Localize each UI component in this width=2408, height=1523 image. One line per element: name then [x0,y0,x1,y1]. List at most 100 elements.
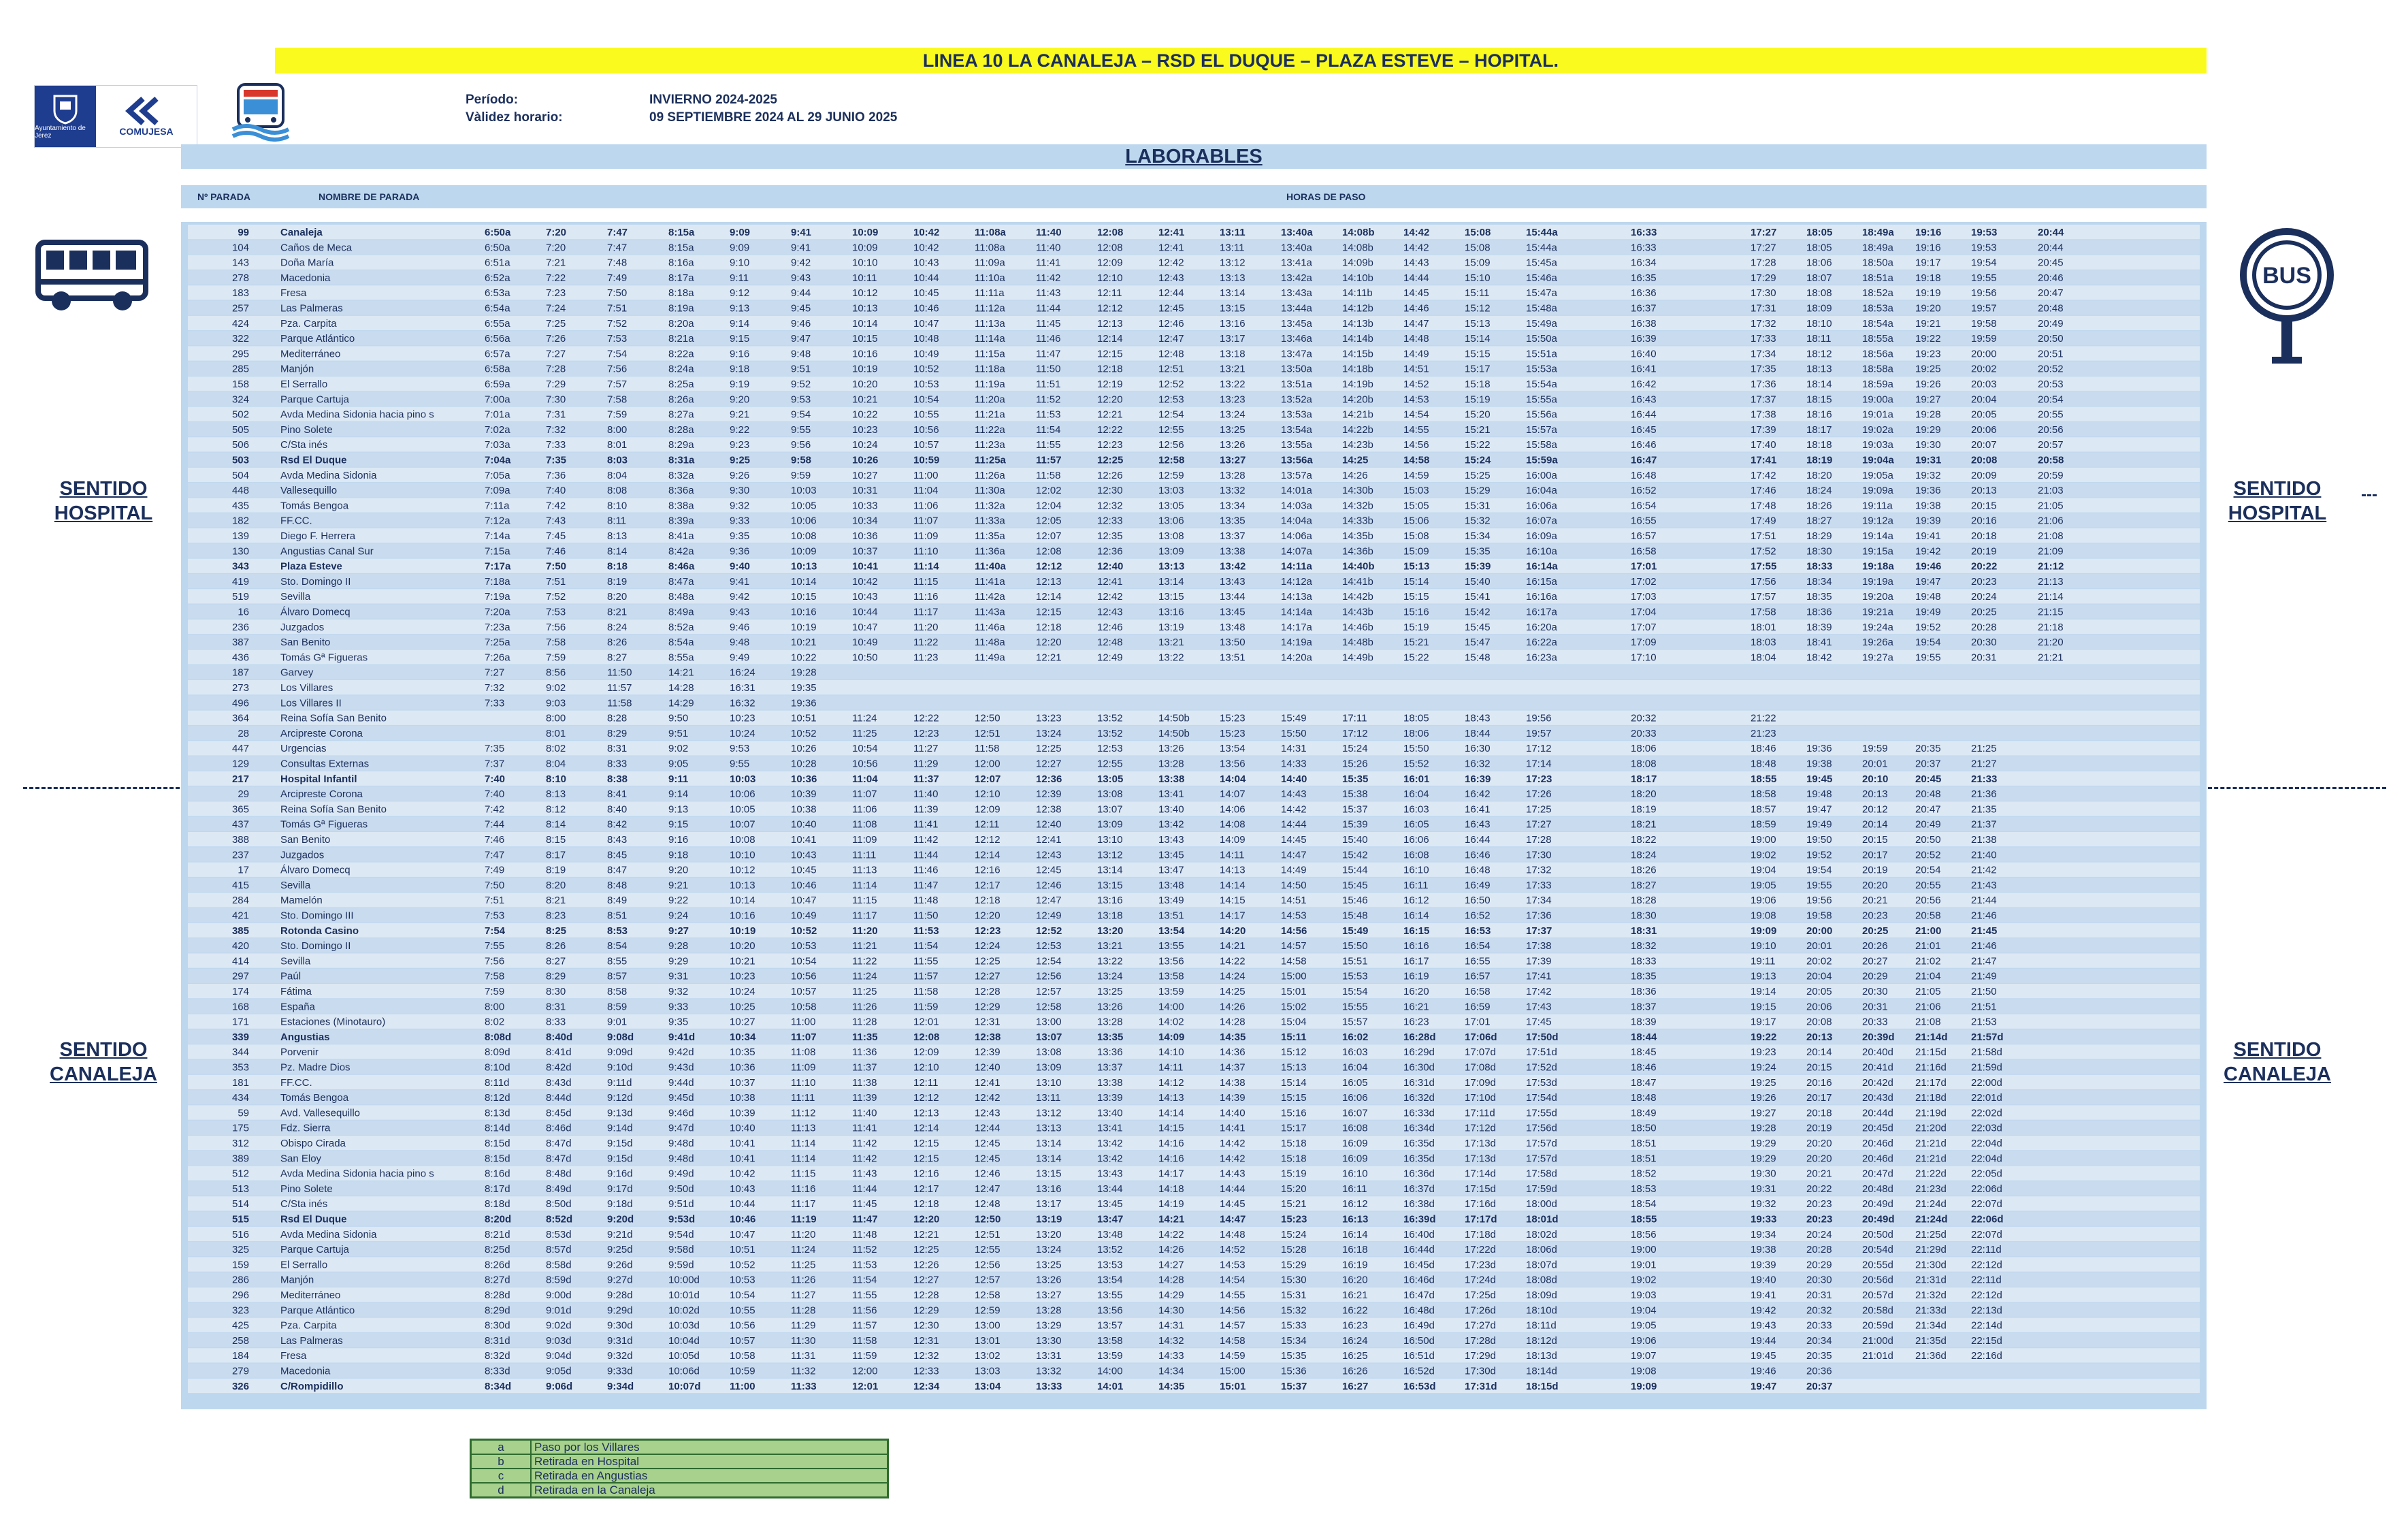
time-cell: 9:49d [668,1168,694,1180]
time-cell: 10:22 [852,409,878,421]
time-cell: 11:32 [791,1366,815,1377]
time-cell: 17:51d [1526,1046,1557,1058]
time-cell: 13:57 [1097,1320,1123,1332]
time-cell: 17:57 [1751,591,1776,603]
time-cell: 21:20 [2038,637,2064,648]
time-cell: 21:33d [1915,1304,1947,1316]
time-cell: 20:22 [1971,561,1997,573]
time-cell: 7:59 [607,409,627,421]
time-cell: 9:43 [791,272,811,284]
time-cell: 11:00 [730,1381,755,1392]
time-cell: 13:31 [1036,1350,1062,1362]
time-cell: 11:47 [913,880,938,891]
time-cell: 16:50d [1403,1335,1435,1347]
time-cell: 16:35d [1403,1138,1435,1149]
time-cell: 11:43a [975,607,1005,618]
time-cell: 20:23 [1971,576,1997,588]
time-cell: 9:12 [730,287,749,299]
time-cell: 11:36 [852,1046,877,1058]
time-cell: 9:30 [730,485,749,496]
time-cell: 19:05 [1631,1320,1657,1332]
time-cell: 21:13 [2038,576,2064,588]
time-cell: 7:14a [485,530,510,542]
time-cell: 9:02 [668,743,688,754]
time-cell: 12:45 [1036,865,1062,876]
time-cell: 8:33 [607,758,627,770]
stop-name: España [280,1001,316,1012]
time-cell: 11:42 [1036,272,1060,284]
time-cell: 11:14 [791,1138,815,1149]
time-cell: 8:57 [607,971,627,982]
time-cell: 15:09 [1465,257,1491,269]
time-cell: 12:11 [913,1077,938,1089]
time-cell: 15:18 [1465,379,1491,390]
time-cell: 8:57d [546,1244,572,1255]
stop-number: 519 [232,591,249,603]
time-cell: 16:38d [1403,1198,1435,1210]
time-cell: 12:56 [1158,439,1184,451]
time-cell: 17:32 [1751,318,1776,330]
time-cell: 6:53a [485,287,510,299]
time-cell: 14:08b [1342,227,1375,238]
time-cell: 17:30d [1465,1366,1496,1377]
time-cell: 7:42 [546,500,566,511]
time-cell: 17:39 [1526,955,1552,967]
time-cell: 17:57d [1526,1153,1557,1164]
time-cell: 20:50 [1915,834,1941,846]
time-cell: 15:10 [1465,272,1491,284]
time-cell: 18:06 [1403,728,1429,739]
time-cell: 21:45 [1971,925,1997,937]
time-cell: 11:20a [975,394,1005,405]
time-cell: 7:58 [546,637,566,648]
time-cell: 15:15 [1465,348,1491,359]
time-cell: 7:54 [485,925,506,937]
time-cell: 8:19 [546,865,566,876]
time-cell: 9:21 [730,409,749,421]
time-cell: 11:37 [913,773,939,785]
time-cell: 18:10d [1526,1304,1557,1316]
time-cell: 12:30 [913,1320,939,1332]
time-cell: 7:49 [485,865,504,876]
time-cell: 12:27 [913,1274,939,1286]
time-cell: 9:53 [791,394,811,405]
time-cell: 19:40 [1751,1274,1776,1286]
time-cell: 18:37 [1631,1001,1657,1012]
stop-number: 284 [232,895,249,906]
time-cell: 13:41 [1097,1123,1123,1134]
time-cell: 21:21d [1915,1138,1947,1149]
time-cell: 10:48 [913,333,939,344]
time-cell: 8:26d [485,1259,510,1270]
time-cell: 19:11a [1862,500,1893,511]
time-cell: 17:31 [1751,303,1776,315]
time-cell: 14:13b [1342,318,1373,330]
time-cell: 13:43a [1281,287,1313,299]
time-cell: 9:55 [791,424,811,436]
time-cell: 15:15 [1281,1092,1307,1104]
time-cell: 18:24 [1631,849,1657,861]
time-cell: 8:42 [607,819,627,831]
time-cell: 14:38 [1220,1077,1246,1089]
time-cell: 9:15d [607,1138,633,1149]
time-cell: 12:20 [1036,637,1062,648]
time-cell: 7:46 [485,834,504,846]
legend-row: c Retirada en Angustias [472,1469,887,1484]
stop-name: Sto. Domingo II [280,576,351,588]
stop-name: Manjón [280,364,314,375]
time-cell: 10:44 [852,607,878,618]
time-cell: 13:54a [1281,424,1313,436]
time-cell: 8:10d [485,1062,510,1074]
time-cell: 7:29 [546,379,566,390]
time-cell: 12:21 [1036,652,1062,663]
time-cell: 12:10 [913,1062,939,1074]
time-cell: 10:03 [791,485,817,496]
time-cell: 9:46 [730,622,749,633]
time-cell: 7:40 [485,788,504,800]
time-cell: 8:18d [485,1198,510,1210]
stop-number: 365 [232,803,249,815]
time-cell: 10:40 [791,819,817,831]
time-cell: 19:14a [1862,530,1894,542]
time-cell: 20:18 [1971,530,1997,542]
time-cell: 13:44a [1281,303,1313,315]
time-cell: 7:44 [485,819,504,831]
time-cell: 20:49d [1862,1198,1893,1210]
